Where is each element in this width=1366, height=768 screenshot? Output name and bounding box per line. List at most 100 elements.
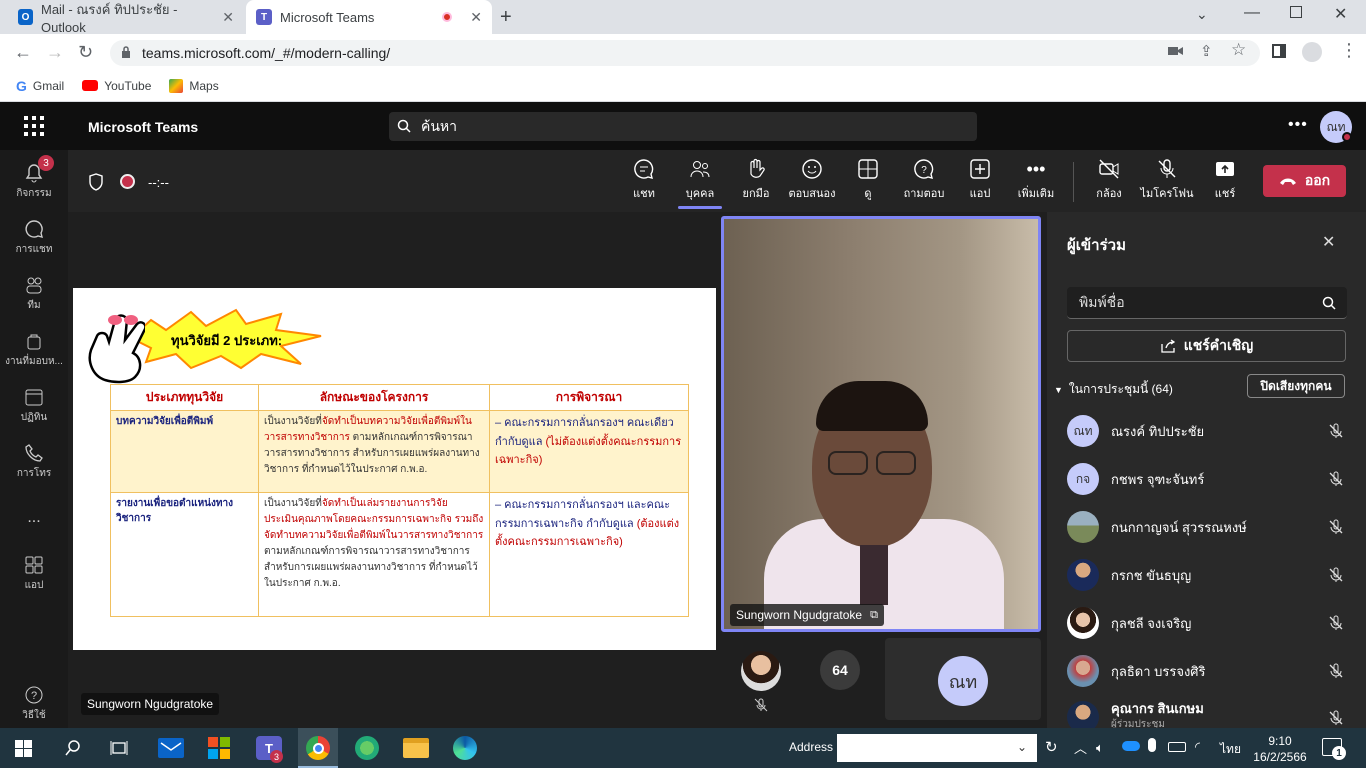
task-view-icon[interactable] — [110, 740, 128, 756]
react-button[interactable]: ตอบสนอง — [784, 158, 840, 206]
glasses-left — [828, 451, 868, 475]
participant-row[interactable]: กจ กชพร จุฑะจันทร์ — [1047, 455, 1366, 503]
mic-off-icon[interactable] — [1328, 710, 1344, 726]
minimize-icon[interactable]: — — [1244, 4, 1260, 22]
camera-off-icon — [1099, 159, 1119, 179]
outlook-icon: O — [18, 9, 33, 25]
notification-count: 1 — [1332, 746, 1346, 760]
rail-apps[interactable]: แอป — [0, 542, 68, 606]
microphone-button[interactable]: ไมโครโฟน — [1138, 158, 1196, 206]
people-button[interactable]: บุคคล — [672, 158, 728, 206]
table-header: ลักษณะของโครงการ — [258, 384, 490, 411]
share-button[interactable]: แชร์ — [1197, 158, 1253, 206]
reload-icon[interactable]: ↻ — [78, 42, 93, 63]
mic-off-icon[interactable] — [1328, 471, 1344, 487]
apps-button[interactable]: แอป — [952, 158, 1008, 206]
raise-hand-button[interactable]: ยกมือ — [728, 158, 784, 206]
avatar: กจ — [1067, 463, 1099, 495]
bookmark-maps[interactable]: Maps — [169, 78, 219, 93]
side-panel-icon[interactable] — [1272, 44, 1286, 58]
mic-off-icon[interactable] — [1328, 423, 1344, 439]
show-hidden-icons-icon[interactable]: ︿ — [1074, 738, 1087, 757]
self-view-tile[interactable]: ณท — [885, 638, 1041, 720]
search-icon[interactable] — [64, 739, 82, 757]
volume-icon[interactable]: 🔈︎ — [1096, 740, 1104, 756]
participant-row[interactable]: กุลชลี จงเจริญ — [1047, 599, 1366, 647]
share-page-icon[interactable]: ⇪ — [1200, 42, 1213, 60]
bookmark-youtube[interactable]: YouTube — [82, 79, 151, 93]
more-actions-button[interactable]: ••• เพิ่มเติม — [1008, 158, 1064, 206]
go-refresh-icon[interactable]: ↻ — [1045, 738, 1058, 756]
globe-app-icon[interactable] — [355, 736, 379, 760]
clock[interactable]: 9:10 16/2/2566 — [1252, 733, 1308, 765]
onedrive-icon[interactable] — [1122, 741, 1140, 751]
back-icon[interactable]: ← — [14, 42, 32, 63]
url-bar[interactable]: teams.microsoft.com/_#/modern-calling/ — [110, 40, 1260, 66]
close-tab-icon[interactable]: ✕ — [470, 9, 482, 26]
panel-title: ผู้เข้าร่วม — [1067, 237, 1126, 254]
calendar-icon — [25, 389, 43, 406]
maximize-icon[interactable] — [1290, 6, 1302, 18]
start-icon[interactable] — [15, 740, 32, 757]
store-icon[interactable] — [208, 737, 230, 759]
battery-icon[interactable] — [1168, 742, 1186, 752]
address-toolbar-input[interactable] — [837, 734, 1037, 762]
bookmark-star-icon[interactable]: ☆ — [1231, 40, 1246, 60]
presenter-video-tile[interactable]: Sungworn Ngudgratoke ⧉ — [721, 216, 1041, 632]
microphone-tray-icon[interactable] — [1148, 738, 1156, 752]
close-tab-icon[interactable]: ✕ — [222, 9, 234, 26]
rail-chat[interactable]: การแชท — [0, 206, 68, 270]
active-tab-indicator — [678, 206, 722, 209]
chat-button[interactable]: แชท — [616, 158, 672, 206]
rail-more[interactable]: ... — [0, 486, 68, 550]
chrome-menu-icon[interactable]: ⋮ — [1340, 40, 1358, 61]
browser-tab-teams[interactable]: T Microsoft Teams ✕ — [246, 0, 492, 34]
search-input[interactable]: ค้นหา — [389, 112, 977, 141]
recording-icon — [120, 174, 135, 189]
mic-off-icon[interactable] — [1328, 663, 1344, 679]
rail-calls[interactable]: การโทร — [0, 430, 68, 494]
participant-row[interactable]: กนกกาญจน์ สุวรรณหงษ์ — [1047, 503, 1366, 551]
mail-app-icon[interactable] — [158, 738, 184, 758]
settings-more-icon[interactable]: ••• — [1288, 116, 1308, 134]
rail-calendar[interactable]: ปฏิทิน — [0, 374, 68, 438]
camera-blocked-icon[interactable] — [1168, 44, 1184, 58]
edge-icon[interactable] — [453, 736, 477, 760]
participant-thumbnail[interactable] — [741, 651, 781, 691]
leave-button[interactable]: ออก — [1263, 165, 1346, 197]
mic-off-icon[interactable] — [1328, 567, 1344, 583]
app-launcher-icon[interactable] — [24, 116, 44, 136]
share-invite-button[interactable]: แชร์คำเชิญ — [1067, 330, 1346, 362]
rail-activity[interactable]: กิจกรรม — [0, 150, 68, 214]
forward-icon[interactable]: → — [46, 42, 64, 63]
mic-off-icon[interactable] — [1328, 615, 1344, 631]
wifi-icon[interactable]: ◜ — [1195, 739, 1200, 755]
chat-icon — [25, 220, 43, 238]
file-explorer-icon[interactable] — [403, 738, 429, 758]
more-participants-count[interactable]: 64 — [820, 650, 860, 690]
tab-search-icon[interactable]: ⌄ — [1196, 6, 1208, 23]
new-tab-icon[interactable]: + — [500, 6, 512, 29]
rail-help[interactable]: ? วิธีใช้ — [0, 672, 68, 736]
dropdown-icon[interactable]: ⌄ — [1017, 740, 1027, 754]
participant-row[interactable]: กุลธิดา บรรจงศิริ — [1047, 647, 1366, 695]
close-panel-icon[interactable]: ✕ — [1322, 232, 1335, 252]
mute-all-button[interactable]: ปิดเสียงทุกคน — [1247, 374, 1345, 398]
participant-row[interactable]: คุณากร สินเกษม ผู้ร่วมประชุม — [1047, 695, 1366, 728]
meeting-section-toggle[interactable]: ▼ ในการประชุมนี้ (64) — [1054, 380, 1173, 399]
bookmark-gmail[interactable]: G Gmail — [16, 78, 64, 94]
participant-search-input[interactable]: พิมพ์ชื่อ — [1067, 287, 1347, 319]
browser-tab-outlook[interactable]: O Mail - ณรงค์ ทิปประชัย - Outlook ✕ — [8, 0, 244, 35]
profile-icon[interactable] — [1302, 42, 1322, 62]
rail-assignments[interactable]: งานที่มอบห... — [0, 318, 68, 382]
participant-row[interactable]: ณท ณรงค์ ทิปประชัย — [1047, 407, 1366, 455]
close-window-icon[interactable]: ✕ — [1334, 4, 1347, 24]
rail-teams[interactable]: ทีม — [0, 262, 68, 326]
participant-row[interactable]: กรกช ขันธบุญ — [1047, 551, 1366, 599]
mic-off-icon[interactable] — [1328, 519, 1344, 535]
shield-icon[interactable] — [88, 173, 104, 191]
camera-button[interactable]: กล้อง — [1081, 158, 1137, 206]
qna-button[interactable]: ? ถามตอบ — [896, 158, 952, 206]
language-indicator[interactable]: ไทย — [1220, 740, 1241, 759]
view-button[interactable]: ดู — [840, 158, 896, 206]
